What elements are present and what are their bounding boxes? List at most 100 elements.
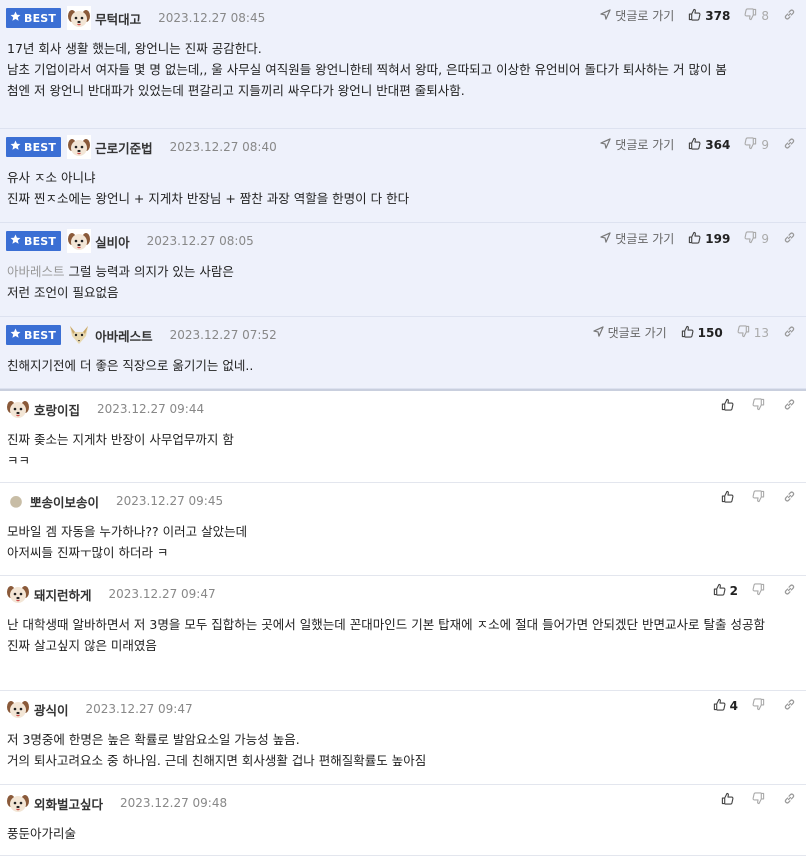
thumbs-down-icon bbox=[752, 398, 769, 414]
thumbs-up-icon bbox=[721, 490, 738, 506]
downvote-button[interactable] bbox=[752, 698, 769, 714]
star-icon bbox=[10, 234, 21, 248]
share-link-button[interactable] bbox=[783, 398, 796, 414]
comment-line: 첨엔 저 왕언니 반대파가 있었는데 편갈리고 지들끼리 싸우다가 왕언니 반대… bbox=[7, 83, 465, 98]
fox-avatar-icon[interactable] bbox=[67, 323, 91, 347]
comment-date: 2023.12.27 07:52 bbox=[169, 328, 277, 342]
comment-date: 2023.12.27 09:45 bbox=[116, 494, 224, 508]
comment-line: 친해지기전에 더 좋은 직장으로 옮기기는 없네.. bbox=[7, 358, 254, 373]
nickname[interactable]: 아바레스트 bbox=[95, 326, 153, 345]
comment-body: 진짜 좆소는 지게차 반장이 사무업무까지 함 ㅋㅋ bbox=[7, 429, 798, 471]
arrow-icon bbox=[592, 325, 608, 340]
share-link-button[interactable] bbox=[783, 325, 796, 341]
upvote-button[interactable]: 2 bbox=[713, 583, 738, 599]
downvote-button[interactable] bbox=[752, 792, 769, 808]
downvote-button[interactable]: 9 bbox=[744, 230, 769, 247]
share-link-button[interactable] bbox=[783, 490, 796, 506]
comment-actions bbox=[721, 490, 796, 506]
best-badge: BEST bbox=[6, 325, 62, 345]
best-comment: BEST 근로기준법 2023.12.27 08:40 댓글로 가기 364 9 유사 ㅈ소… bbox=[0, 129, 806, 223]
comment-line: 아바레스트 그럴 능력과 의지가 있는 사람은 bbox=[7, 264, 234, 279]
comment-actions: 댓글로 가기 364 9 bbox=[600, 136, 796, 153]
comment-header: BEST 실비아 2023.12.27 08:05 bbox=[6, 229, 254, 253]
best-badge: BEST bbox=[6, 8, 62, 28]
puppy-avatar-icon[interactable] bbox=[6, 397, 30, 421]
puppy-avatar-icon[interactable] bbox=[67, 6, 92, 30]
share-link-button[interactable] bbox=[783, 231, 796, 247]
puppy-avatar-icon[interactable] bbox=[67, 135, 92, 159]
puppy-avatar-icon[interactable] bbox=[67, 229, 92, 253]
comment-actions: 댓글로 가기 150 13 bbox=[592, 324, 796, 341]
downvote-button[interactable] bbox=[752, 490, 769, 506]
mention-tag[interactable]: 아바레스트 bbox=[7, 264, 65, 279]
link-icon bbox=[783, 325, 796, 341]
comment-actions bbox=[721, 398, 796, 414]
thumbs-up-icon bbox=[721, 398, 738, 414]
thumbs-down-icon bbox=[752, 583, 769, 599]
comment-line: 아저씨들 진짜ㅜ많이 하더라 ㅋ bbox=[7, 545, 169, 560]
upvote-button[interactable]: 378 bbox=[688, 8, 730, 24]
downvote-button[interactable] bbox=[752, 398, 769, 414]
comment-line: 풍둔아가리술 bbox=[7, 826, 77, 841]
comment: 뽀송이보송이 2023.12.27 09:45 모바일 겜 자동을 누가하나?? 이… bbox=[0, 483, 806, 576]
thumbs-up-icon bbox=[688, 8, 705, 24]
comment-actions: 댓글로 가기 199 9 bbox=[600, 230, 796, 247]
share-link-button[interactable] bbox=[783, 137, 796, 153]
upvote-button[interactable] bbox=[721, 398, 738, 414]
go-to-reply-link[interactable]: 댓글로 가기 bbox=[600, 230, 674, 247]
go-to-reply-link[interactable]: 댓글로 가기 bbox=[600, 7, 674, 24]
upvote-button[interactable] bbox=[721, 490, 738, 506]
thumbs-up-icon bbox=[688, 231, 705, 247]
downvote-button[interactable]: 9 bbox=[744, 136, 769, 153]
comment-date: 2023.12.27 09:48 bbox=[120, 796, 228, 810]
share-link-button[interactable] bbox=[783, 8, 796, 24]
comment-line: 난 대학생때 알바하면서 저 3명을 모두 집합하는 곳에서 일했는데 꼰대마인… bbox=[7, 617, 765, 632]
comment-date: 2023.12.27 09:44 bbox=[97, 402, 205, 416]
comment-header: BEST 무턱대고 2023.12.27 08:45 bbox=[6, 6, 265, 30]
comment-date: 2023.12.27 08:40 bbox=[169, 140, 277, 154]
downvote-button[interactable]: 8 bbox=[744, 7, 769, 24]
link-icon bbox=[783, 137, 796, 153]
share-link-button[interactable] bbox=[783, 583, 796, 599]
upvote-button[interactable]: 150 bbox=[681, 325, 723, 341]
nickname[interactable]: 광식이 bbox=[34, 700, 69, 719]
upvote-button[interactable]: 199 bbox=[688, 231, 730, 247]
comment: 호랑이집 2023.12.27 09:44 진짜 좆소는 지게차 반장이 사무업무까… bbox=[0, 389, 806, 483]
share-link-button[interactable] bbox=[783, 698, 796, 714]
puppy-avatar-icon[interactable] bbox=[6, 697, 30, 721]
nickname[interactable]: 실비아 bbox=[95, 232, 130, 251]
comment-body: 난 대학생때 알바하면서 저 3명을 모두 집합하는 곳에서 일했는데 꼰대마인… bbox=[7, 614, 798, 656]
upvote-button[interactable] bbox=[721, 792, 738, 808]
upvote-button[interactable]: 364 bbox=[688, 137, 730, 153]
downvote-count: 9 bbox=[761, 231, 769, 246]
arrow-icon bbox=[600, 137, 615, 152]
comment-header: BEST 아바레스트 2023.12.27 07:52 bbox=[6, 323, 277, 347]
downvote-button[interactable] bbox=[752, 583, 769, 599]
star-icon bbox=[10, 328, 21, 342]
thumbs-down-icon bbox=[744, 136, 761, 153]
comment: 돼지런하게 2023.12.27 09:47 2 난 대학생때 알바하면서 저 3명을… bbox=[0, 576, 806, 691]
share-link-button[interactable] bbox=[783, 792, 796, 808]
link-icon bbox=[783, 792, 796, 808]
nickname[interactable]: 외화벌고싶다 bbox=[34, 794, 103, 813]
star-icon bbox=[10, 140, 21, 154]
dot-avatar-icon[interactable] bbox=[6, 491, 26, 511]
comment-body: 모바일 겜 자동을 누가하나?? 이러고 살았는데 아저씨들 진짜ㅜ많이 하더라 … bbox=[7, 521, 798, 563]
nickname[interactable]: 뽀송이보송이 bbox=[30, 492, 99, 511]
nickname[interactable]: 근로기준법 bbox=[95, 138, 153, 157]
link-icon bbox=[783, 8, 796, 24]
puppy-avatar-icon[interactable] bbox=[6, 791, 30, 815]
upvote-button[interactable]: 4 bbox=[713, 698, 738, 714]
go-to-reply-link[interactable]: 댓글로 가기 bbox=[600, 136, 674, 153]
thumbs-down-icon bbox=[744, 230, 761, 247]
nickname[interactable]: 돼지런하게 bbox=[34, 585, 92, 604]
downvote-button[interactable]: 13 bbox=[737, 324, 769, 341]
nickname[interactable]: 무턱대고 bbox=[95, 9, 141, 28]
best-comment: BEST 아바레스트 2023.12.27 07:52 댓글로 가기 150 13 친해지기… bbox=[0, 317, 806, 389]
comment-line: 유사 ㅈ소 아니냐 bbox=[7, 170, 96, 185]
go-to-reply-link[interactable]: 댓글로 가기 bbox=[592, 324, 667, 341]
upvote-count: 378 bbox=[705, 8, 731, 23]
comment-actions: 4 bbox=[713, 698, 796, 714]
nickname[interactable]: 호랑이집 bbox=[34, 400, 80, 419]
puppy-avatar-icon[interactable] bbox=[6, 582, 30, 606]
